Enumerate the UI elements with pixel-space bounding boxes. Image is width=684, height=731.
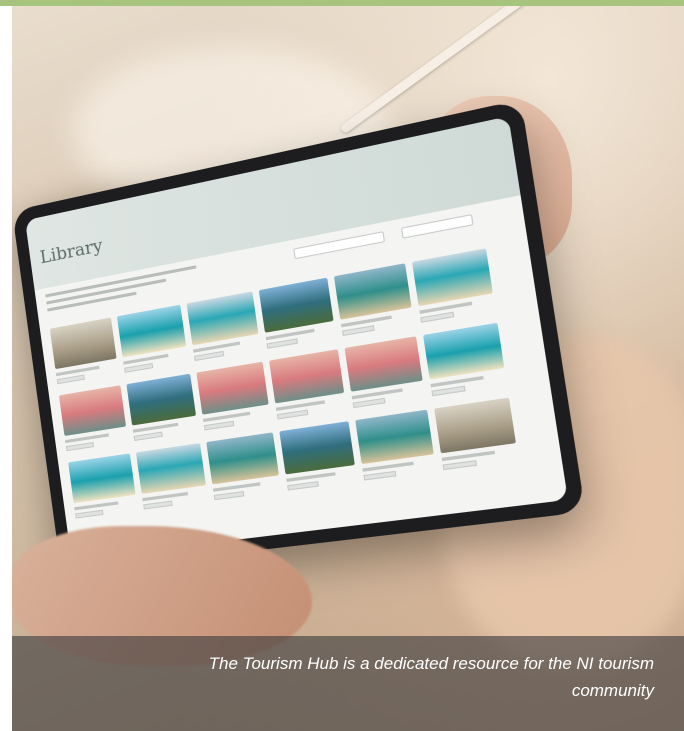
caption-overlay: The Tourism Hub is a dedicated resource … [12, 636, 684, 731]
thumbnail-card [434, 398, 519, 474]
thumbnail-card [334, 263, 415, 339]
thumbnail-card [50, 317, 119, 387]
thumbnail-card [345, 336, 426, 411]
thumbnail-card [206, 432, 282, 503]
thumbnail-card [126, 374, 198, 444]
hero-photo: Library [12, 6, 684, 731]
thumbnail-card [196, 362, 271, 434]
caption-text: The Tourism Hub is a dedicated resource … [134, 650, 654, 704]
thumbnail-card [412, 248, 496, 326]
thumbnail-card [59, 385, 129, 454]
thumbnail-card [259, 278, 337, 352]
thumbnail-card [68, 453, 138, 521]
thumbnail-card [279, 421, 357, 494]
thumbnail-card [187, 291, 262, 364]
thumbnail-card [136, 443, 209, 513]
thumbnail-card [117, 305, 189, 376]
thumbnail-card [355, 410, 437, 484]
thumbnail-card [269, 349, 347, 423]
screen-filter-field [401, 214, 474, 239]
thumbnail-card [423, 323, 507, 400]
